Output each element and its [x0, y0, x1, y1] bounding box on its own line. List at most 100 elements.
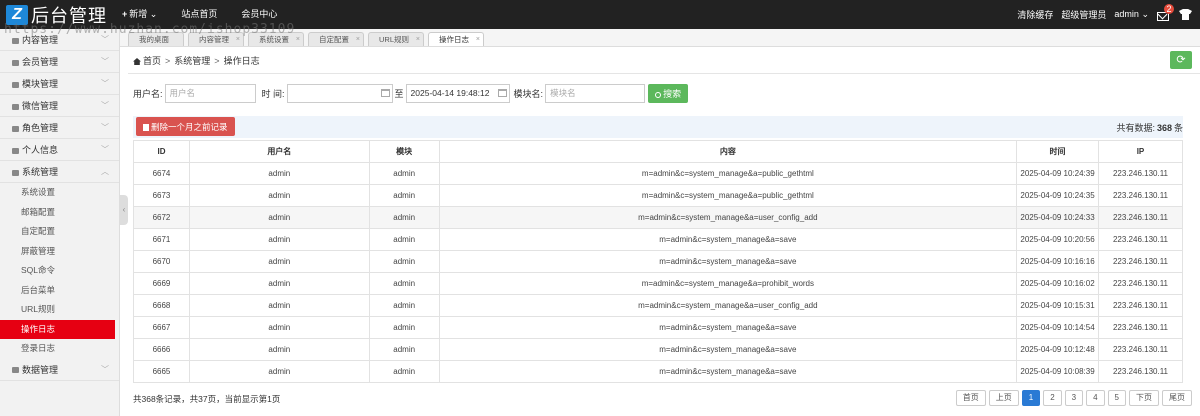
col-header-time[interactable]: 时间 — [1016, 140, 1099, 163]
page-first[interactable]: 首页 — [955, 390, 986, 406]
cell-time: 2025-04-09 10:08:39 — [1016, 360, 1099, 383]
tab-operation-log[interactable]: 操作日志 × — [428, 32, 485, 46]
close-icon[interactable]: × — [416, 33, 420, 46]
page-2[interactable]: 2 — [1043, 390, 1062, 406]
calendar-icon — [497, 88, 507, 97]
sidebar-item-wechat[interactable]: 微信管理 ﹀ — [0, 95, 119, 117]
table-row[interactable]: 6672 admin admin m=admin&c=system_manage&a=… — [133, 206, 1184, 229]
page-5[interactable]: 5 — [1107, 390, 1126, 406]
table-header-row: ID 用户名 模块 内容 时间 IP — [133, 140, 1184, 163]
cell-ip: 223.246.130.11 — [1097, 250, 1184, 273]
sidebar-sub-admin-menu[interactable]: 后台菜单 — [0, 281, 119, 301]
cell-username: admin — [188, 206, 370, 229]
table-row[interactable]: 6669 admin admin m=admin&c=system_manage&a=… — [133, 272, 1184, 295]
cell-module: admin — [368, 250, 440, 273]
sidebar-sub-sql-command[interactable]: SQL命令 — [0, 261, 119, 281]
breadcrumb-section[interactable]: 系统管理 — [174, 56, 210, 66]
sidebar-item-data[interactable]: 数据管理 ﹀ — [0, 359, 119, 381]
page-prev[interactable]: 上页 — [988, 390, 1019, 406]
delete-old-records-button[interactable]: 删除一个月之前记录 — [136, 117, 235, 136]
sidebar-sub-url-rules[interactable]: URL规则 — [0, 300, 119, 320]
table-row[interactable]: 6668 admin admin m=admin&c=system_manage&a=… — [133, 294, 1184, 317]
end-time-field[interactable] — [405, 83, 510, 103]
table-row[interactable]: 6671 admin admin m=admin&c=system_manage&a=… — [133, 228, 1184, 251]
search-button[interactable]: 搜索 — [648, 83, 689, 103]
sidebar-item-label: 数据管理 — [22, 364, 59, 375]
col-header-content[interactable]: 内容 — [438, 140, 1018, 163]
chevron-down-icon: ﹀ — [101, 145, 109, 154]
page-next[interactable]: 下页 — [1129, 390, 1159, 406]
sidebar-collapse-handle[interactable]: ‹ — [120, 195, 128, 225]
cell-username: admin — [188, 272, 370, 295]
table-row[interactable]: 6673 admin admin m=admin&c=system_manage&a=… — [133, 184, 1184, 207]
cell-ip: 223.246.130.11 — [1097, 228, 1184, 251]
sidebar-sub-system-settings[interactable]: 系统设置 — [0, 183, 119, 203]
sidebar-item-profile[interactable]: 个人信息 ﹀ — [0, 139, 119, 161]
chevron-up-icon: ︿ — [101, 167, 109, 176]
start-time-field[interactable] — [286, 83, 393, 103]
breadcrumb-separator: > — [214, 56, 220, 66]
cell-content: m=admin&c=system_manage&a=save — [438, 360, 1018, 383]
page-last[interactable]: 尾页 — [1162, 390, 1192, 406]
module-label: 模块名: — [513, 88, 544, 99]
page-4[interactable]: 4 — [1086, 390, 1105, 406]
page-3[interactable]: 3 — [1064, 390, 1084, 406]
chevron-down-icon: ﹀ — [101, 364, 109, 374]
tab-custom-config[interactable]: 自定配置 × — [308, 32, 364, 46]
table-row[interactable]: 6666 admin admin m=admin&c=system_manage&a=… — [133, 338, 1184, 361]
page-1[interactable]: 1 — [1021, 390, 1041, 406]
col-header-username[interactable]: 用户名 — [188, 140, 370, 163]
start-time-input[interactable] — [286, 83, 393, 103]
table-row[interactable]: 6665 admin admin m=admin&c=system_manage&a=… — [133, 360, 1184, 383]
refresh-button[interactable]: ⟳ — [1170, 51, 1192, 69]
table-row[interactable]: 6674 admin admin m=admin&c=system_manage&a=… — [133, 162, 1184, 185]
username-input[interactable] — [164, 83, 256, 103]
sidebar-sub-login-log[interactable]: 登录日志 — [0, 339, 119, 359]
sidebar-sub-block-manage[interactable]: 屏蔽管理 — [0, 242, 119, 262]
sidebar-item-roles[interactable]: 角色管理 ﹀ — [0, 117, 119, 139]
sidebar-sub-custom-config[interactable]: 自定配置 — [0, 222, 119, 242]
chevron-down-icon: ﹀ — [101, 123, 109, 132]
col-header-ip[interactable]: IP — [1097, 140, 1184, 163]
table-row[interactable]: 6667 admin admin m=admin&c=system_manage&a=… — [133, 316, 1184, 339]
cell-id: 6666 — [133, 338, 190, 361]
cell-module: admin — [368, 338, 440, 361]
table-row[interactable]: 6670 admin admin m=admin&c=system_manage&a=… — [133, 250, 1184, 273]
cell-time: 2025-04-09 10:16:16 — [1016, 250, 1099, 273]
close-icon[interactable]: × — [356, 33, 360, 46]
cell-time: 2025-04-09 10:12:48 — [1016, 338, 1099, 361]
mail-button[interactable]: 2 — [1157, 3, 1174, 21]
card-icon — [12, 147, 19, 154]
end-time-input[interactable] — [405, 83, 510, 103]
total-number: 368 — [1156, 123, 1172, 133]
cell-time: 2025-04-09 10:24:35 — [1016, 184, 1099, 207]
module-input[interactable] — [545, 83, 646, 103]
sidebar-item-members[interactable]: 会员管理 ﹀ — [0, 51, 119, 73]
sidebar-sub-email-config[interactable]: 邮箱配置 — [0, 203, 119, 223]
pagination-info: 共368条记录，共37页，当前显示第1页 — [133, 394, 281, 404]
chevron-down-icon: ⌄ — [149, 9, 158, 19]
sidebar-item-system[interactable]: 系统管理 ︿ — [0, 161, 119, 183]
sidebar-item-modules[interactable]: 模块管理 ﹀ — [0, 73, 119, 95]
action-bar: 删除一个月之前记录 共有数据: 368 条 — [133, 116, 1183, 138]
search-form: 用户名: 时 间: 至 模块名: 搜索 — [133, 83, 689, 103]
skin-icon[interactable] — [1179, 9, 1192, 20]
breadcrumb-home[interactable]: 首页 — [143, 56, 161, 66]
cell-id: 6673 — [133, 184, 190, 207]
col-header-module[interactable]: 模块 — [368, 140, 440, 163]
breadcrumb-page: 操作日志 — [223, 56, 260, 66]
close-icon[interactable]: × — [296, 33, 300, 46]
tab-url-rules[interactable]: URL规则 × — [368, 32, 425, 46]
close-icon[interactable]: × — [476, 33, 480, 46]
col-header-id[interactable]: ID — [133, 140, 190, 163]
clear-cache-link[interactable]: 清除缓存 — [1017, 8, 1053, 21]
cell-id: 6672 — [133, 206, 190, 229]
sidebar-sub-operation-log[interactable]: 操作日志 — [0, 319, 115, 339]
database-icon — [12, 367, 19, 374]
cell-username: admin — [188, 162, 370, 185]
user-menu[interactable]: admin ⌄ — [1114, 9, 1149, 20]
cell-module: admin — [368, 206, 440, 229]
cell-username: admin — [188, 338, 370, 361]
total-count: 共有数据: 368 条 — [1116, 121, 1183, 134]
sidebar-item-label: 系统管理 — [22, 167, 59, 177]
